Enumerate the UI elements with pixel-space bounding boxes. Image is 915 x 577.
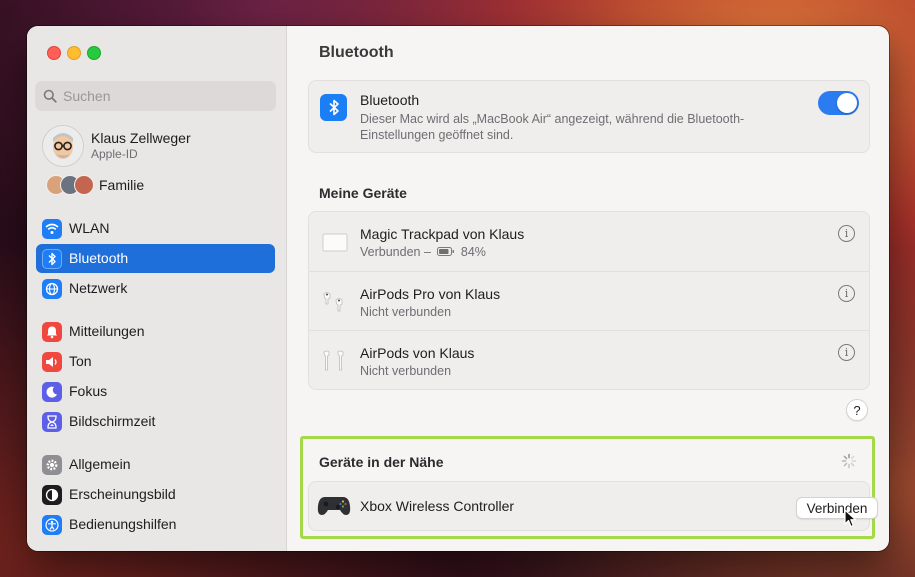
sidebar-item-label: Allgemein xyxy=(69,456,131,472)
toggle-knob xyxy=(837,93,857,113)
bluetooth-description: Dieser Mac wird als „MacBook Air“ angeze… xyxy=(360,112,745,142)
sidebar-item-label: WLAN xyxy=(69,220,110,236)
minimize-window-button[interactable] xyxy=(67,46,81,60)
device-status: Verbunden – 84% xyxy=(360,245,486,259)
zoom-window-button[interactable] xyxy=(87,46,101,60)
sidebar-item-bluetooth[interactable]: Bluetooth xyxy=(36,244,275,273)
device-name: AirPods von Klaus xyxy=(360,345,475,361)
bluetooth-title: Bluetooth xyxy=(360,92,420,108)
profile-name[interactable]: Klaus Zellweger xyxy=(91,130,191,146)
speaker-icon xyxy=(42,352,62,372)
sidebar-item-label: Ton xyxy=(69,353,92,369)
sidebar-item-label: Bedienungshilfen xyxy=(69,516,177,532)
sidebar-item-mitteilungen[interactable]: Mitteilungen xyxy=(36,317,275,346)
info-icon[interactable]: i xyxy=(838,225,855,242)
my-devices-list: Magic Trackpad von Klaus Verbunden – 84%… xyxy=(308,211,870,390)
nearby-devices-list: Xbox Wireless Controller Verbinden xyxy=(308,481,878,531)
sidebar: Suchen Klaus Zellweger Apple-ID Familie xyxy=(27,26,287,551)
my-devices-heading: Meine Geräte xyxy=(319,185,407,201)
sidebar-item-label: Bildschirmzeit xyxy=(69,413,156,429)
nearby-devices-heading: Geräte in der Nähe xyxy=(319,454,444,470)
connect-button[interactable]: Verbinden xyxy=(796,497,878,519)
hourglass-icon xyxy=(42,412,62,432)
profile-subtitle: Apple-ID xyxy=(91,147,138,161)
appearance-icon xyxy=(42,485,62,505)
moon-icon xyxy=(42,382,62,402)
sidebar-item-ton[interactable]: Ton xyxy=(36,347,275,376)
device-row[interactable]: AirPods von Klaus Nicht verbunden i xyxy=(309,330,869,390)
search-field[interactable]: Suchen xyxy=(35,81,276,111)
loading-spinner-icon xyxy=(841,453,857,469)
device-name: Magic Trackpad von Klaus xyxy=(360,226,525,242)
airpods-icon xyxy=(323,350,344,371)
main-content: Bluetooth Bluetooth Dieser Mac wird als … xyxy=(287,26,889,551)
mouse-cursor-icon xyxy=(844,509,857,528)
search-placeholder: Suchen xyxy=(63,88,111,104)
device-status-text: Verbunden – xyxy=(360,245,431,259)
device-name: AirPods Pro von Klaus xyxy=(360,286,501,302)
wifi-icon xyxy=(42,219,62,239)
family-avatar xyxy=(74,175,94,195)
bluetooth-icon xyxy=(320,94,347,121)
bluetooth-toggle[interactable] xyxy=(818,91,859,115)
sidebar-item-wlan[interactable]: WLAN xyxy=(36,214,275,243)
bluetooth-icon xyxy=(42,249,62,269)
help-button[interactable]: ? xyxy=(846,399,868,421)
sidebar-item-erscheinungsbild[interactable]: Erscheinungsbild xyxy=(36,480,275,509)
sidebar-item-label: Netzwerk xyxy=(69,280,128,296)
gear-icon xyxy=(42,455,62,475)
device-status: Nicht verbunden xyxy=(360,305,452,319)
sidebar-item-label: Fokus xyxy=(69,383,108,399)
profile-avatar[interactable] xyxy=(42,125,84,167)
sidebar-item-label: Erscheinungsbild xyxy=(69,486,176,502)
sidebar-item-fokus[interactable]: Fokus xyxy=(36,377,275,406)
info-icon[interactable]: i xyxy=(838,344,855,361)
accessibility-icon xyxy=(42,515,62,535)
airpods-pro-icon xyxy=(323,292,343,312)
device-row[interactable]: Magic Trackpad von Klaus Verbunden – 84%… xyxy=(309,212,869,271)
info-icon[interactable]: i xyxy=(838,285,855,302)
device-row[interactable]: Xbox Wireless Controller Verbinden xyxy=(309,482,878,530)
battery-level: 84% xyxy=(460,245,486,259)
sidebar-item-label: Bluetooth xyxy=(69,250,129,266)
system-settings-window: Suchen Klaus Zellweger Apple-ID Familie xyxy=(27,26,889,551)
sidebar-item-label: Mitteilungen xyxy=(69,323,145,339)
bluetooth-card: Bluetooth Dieser Mac wird als „MacBook A… xyxy=(308,80,870,153)
close-window-button[interactable] xyxy=(47,46,61,60)
sidebar-item-netzwerk[interactable]: Netzwerk xyxy=(36,274,275,303)
trackpad-icon xyxy=(322,233,348,252)
device-row[interactable]: AirPods Pro von Klaus Nicht verbunden i xyxy=(309,271,869,331)
sidebar-item-bedienungshilfen[interactable]: Bedienungshilfen xyxy=(36,510,275,539)
page-title: Bluetooth xyxy=(319,44,394,61)
sidebar-item-bildschirmzeit[interactable]: Bildschirmzeit xyxy=(36,407,275,436)
bell-icon xyxy=(42,322,62,342)
device-status: Nicht verbunden xyxy=(360,364,452,378)
family-avatars xyxy=(46,175,94,195)
battery-icon xyxy=(437,247,455,257)
gamepad-icon xyxy=(317,497,351,515)
device-name: Xbox Wireless Controller xyxy=(360,498,515,514)
sidebar-item-allgemein[interactable]: Allgemein xyxy=(36,450,275,479)
memoji-icon xyxy=(43,126,83,166)
globe-icon xyxy=(42,279,62,299)
family-item[interactable]: Familie xyxy=(99,177,144,193)
search-icon xyxy=(43,89,57,103)
